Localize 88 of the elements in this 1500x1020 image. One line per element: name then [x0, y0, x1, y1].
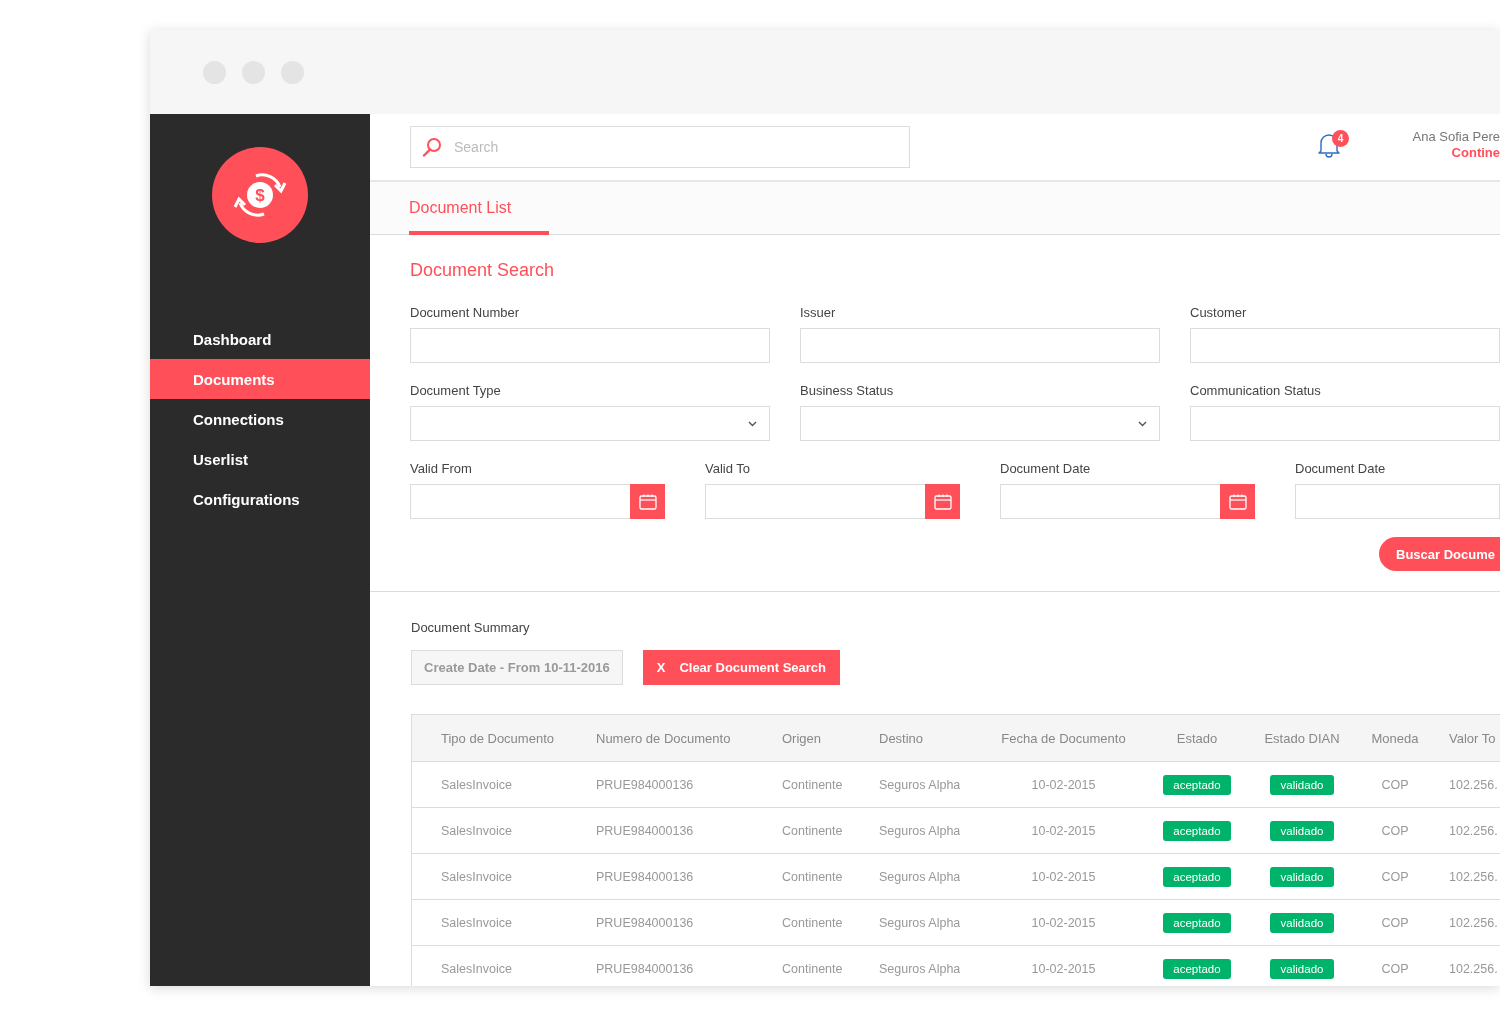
- calendar-icon[interactable]: [933, 493, 952, 510]
- nav-item[interactable]: Dashboard: [150, 319, 370, 359]
- table-cell: COP: [1381, 915, 1409, 930]
- status-tag: aceptado: [1163, 820, 1231, 841]
- table-cell-text: SalesInvoice: [440, 961, 513, 976]
- column-header: Valor To: [1448, 730, 1497, 746]
- filter-chip: Create Date - From 10-11-2016: [411, 650, 623, 685]
- column-header: Estado DIAN: [1264, 730, 1340, 746]
- field-label: Document Date: [1295, 461, 1386, 477]
- table-cell-text: SalesInvoice: [440, 915, 513, 930]
- field-label: Document Date: [1000, 461, 1091, 477]
- table-cell-text: 102.256.: [1448, 777, 1499, 792]
- search-input[interactable]: Search: [452, 138, 909, 156]
- column-header: Fecha de Documento: [1001, 730, 1126, 746]
- table-cell-text: 102.256.: [1448, 961, 1499, 976]
- column-header: Moneda: [1371, 730, 1419, 746]
- table-cell-text: Continente: [781, 869, 844, 884]
- summary-label: Document Summary: [411, 620, 530, 636]
- table-cell-text: Seguros Alpha: [878, 869, 962, 884]
- table-cell-text: Seguros Alpha: [878, 823, 962, 838]
- table-cell-text: Continente: [781, 915, 844, 930]
- table-cell-text: SalesInvoice: [440, 869, 513, 884]
- field-label: Business Status: [800, 383, 894, 399]
- status-tag: aceptado: [1163, 958, 1231, 979]
- column-header: Numero de Documento: [595, 730, 732, 746]
- nav-item[interactable]: Userlist: [150, 439, 370, 479]
- table-cell-text: Continente: [781, 961, 844, 976]
- table-cell: 10-02-2015: [1031, 869, 1096, 884]
- table-cell: 10-02-2015: [1031, 961, 1096, 976]
- status-tag: aceptado: [1163, 866, 1231, 887]
- table-cell-text: 102.256.: [1448, 869, 1499, 884]
- column-header: Origen: [781, 730, 823, 746]
- input-field[interactable]: [410, 328, 770, 363]
- field-label: Document Type: [410, 383, 501, 399]
- input-field[interactable]: [800, 328, 1160, 363]
- status-tag: aceptado: [1163, 912, 1231, 933]
- input-field[interactable]: [1190, 328, 1500, 363]
- section-title: Document Search: [410, 259, 556, 281]
- field-label: Valid From: [410, 461, 472, 477]
- nav-item[interactable]: Configurations: [150, 479, 370, 519]
- table-cell-text: Seguros Alpha: [878, 961, 962, 976]
- status-tag: validado: [1269, 912, 1335, 933]
- input-field[interactable]: [1295, 484, 1500, 519]
- table-cell-text: PRUE984000136: [595, 869, 695, 884]
- chevron-down-icon: [748, 420, 757, 427]
- input-field[interactable]: [1190, 406, 1500, 441]
- table-cell-text: 102.256.: [1448, 823, 1499, 838]
- field-label: Issuer: [800, 305, 836, 321]
- table-cell-text: PRUE984000136: [595, 915, 695, 930]
- status-tag: validado: [1269, 774, 1335, 795]
- status-tag: validado: [1269, 958, 1335, 979]
- table-cell-text: SalesInvoice: [440, 823, 513, 838]
- table-cell: 10-02-2015: [1031, 823, 1096, 838]
- nav-item[interactable]: Connections: [150, 399, 370, 439]
- table-cell: 10-02-2015: [1031, 915, 1096, 930]
- table-cell-text: PRUE984000136: [595, 823, 695, 838]
- table-cell: COP: [1381, 777, 1409, 792]
- logo-icon: $: [212, 147, 308, 243]
- user-name: Ana Sofia Pere: [1412, 129, 1500, 145]
- table-cell-text: Continente: [781, 823, 844, 838]
- user-company: Contine: [1450, 145, 1500, 161]
- table-cell: 10-02-2015: [1031, 777, 1096, 792]
- table-cell-text: Seguros Alpha: [878, 777, 962, 792]
- calendar-icon[interactable]: [638, 493, 657, 510]
- table-cell-text: 102.256.: [1448, 915, 1499, 930]
- status-tag: validado: [1269, 866, 1335, 887]
- calendar-icon[interactable]: [1228, 493, 1247, 510]
- notification-badge: 4: [1332, 130, 1349, 147]
- table-cell-text: SalesInvoice: [440, 777, 513, 792]
- table-cell: COP: [1381, 961, 1409, 976]
- field-label: Customer: [1190, 305, 1247, 321]
- table-cell-text: PRUE984000136: [595, 777, 695, 792]
- field-label: Communication Status: [1190, 383, 1321, 399]
- table-cell-text: Continente: [781, 777, 844, 792]
- column-header: Estado: [1176, 730, 1218, 746]
- table-cell: COP: [1381, 869, 1409, 884]
- table-cell-text: PRUE984000136: [595, 961, 695, 976]
- search-icon: [422, 137, 442, 157]
- table-cell: COP: [1381, 823, 1409, 838]
- status-tag: aceptado: [1163, 774, 1231, 795]
- chevron-down-icon: [1138, 420, 1147, 427]
- table-cell-text: Seguros Alpha: [878, 915, 962, 930]
- column-header: Destino: [878, 730, 925, 746]
- status-tag: validado: [1269, 820, 1335, 841]
- search-field[interactable]: Search: [410, 126, 910, 168]
- field-label: Valid To: [705, 461, 751, 477]
- field-label: Document Number: [410, 305, 520, 321]
- column-header: Tipo de Documento: [440, 730, 555, 746]
